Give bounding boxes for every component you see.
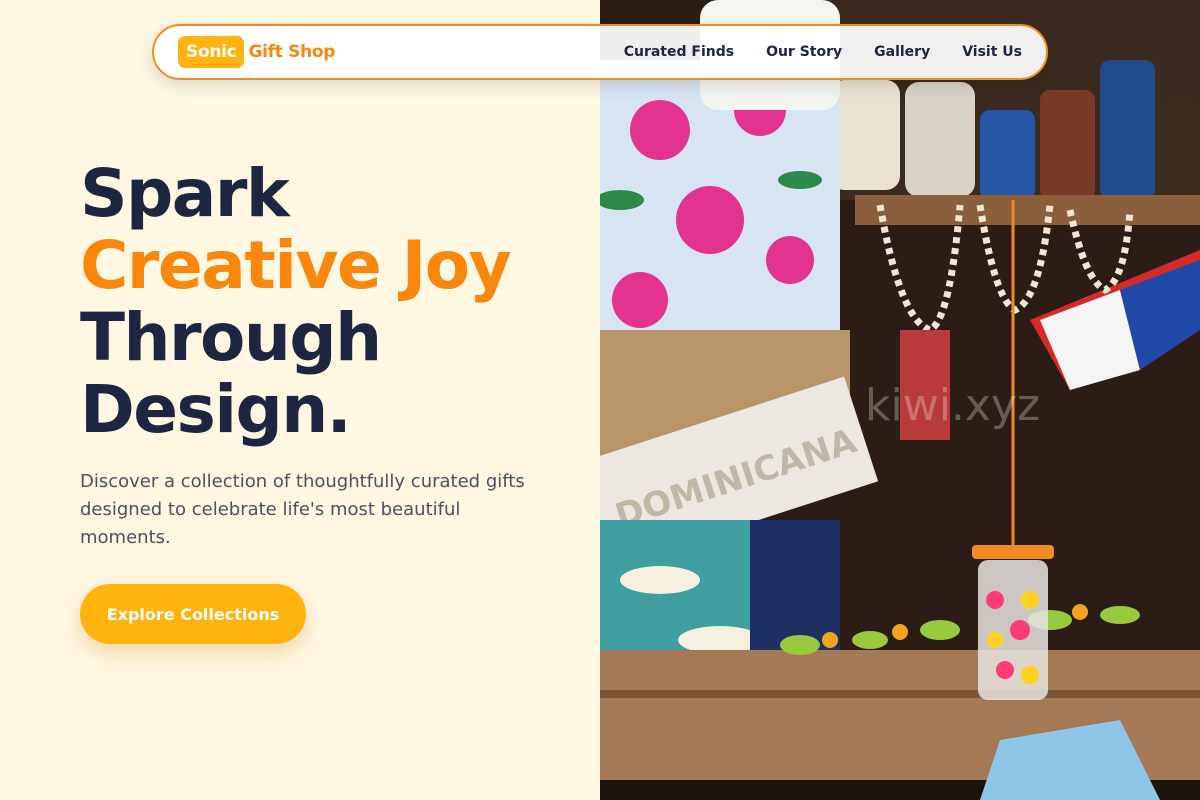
top-nav: Sonic Gift Shop Curated Finds Our Story … xyxy=(152,24,1048,80)
market-stall-illustration: DOMINICANA kiwi.xyz xyxy=(600,0,1200,800)
brand-badge: Sonic xyxy=(178,36,245,68)
nav-links: Curated Finds Our Story Gallery Visit Us xyxy=(624,44,1022,60)
hero-photo: DOMINICANA kiwi.xyz xyxy=(600,0,1200,800)
hero-title: Spark Creative Joy Through Design. xyxy=(80,155,512,448)
brand-logo[interactable]: Sonic Gift Shop xyxy=(178,36,335,68)
hero-section: Spark Creative Joy Through Design. Disco… xyxy=(0,0,600,800)
photo-watermark: kiwi.xyz xyxy=(865,380,1040,431)
hero-title-line-4: Design. xyxy=(80,371,352,448)
hero-title-accent: Creative Joy xyxy=(80,227,512,304)
nav-link-gallery[interactable]: Gallery xyxy=(874,44,930,60)
nav-link-visit-us[interactable]: Visit Us xyxy=(962,44,1022,60)
hero-description: Discover a collection of thoughtfully cu… xyxy=(80,471,525,548)
brand-name: Gift Shop xyxy=(248,42,336,62)
hero-title-line-3: Through xyxy=(80,299,382,376)
nav-link-our-story[interactable]: Our Story xyxy=(766,44,842,60)
nav-link-curated-finds[interactable]: Curated Finds xyxy=(624,44,734,60)
hero-title-line-1: Spark xyxy=(80,155,290,232)
explore-collections-button[interactable]: Explore Collections xyxy=(80,584,306,644)
